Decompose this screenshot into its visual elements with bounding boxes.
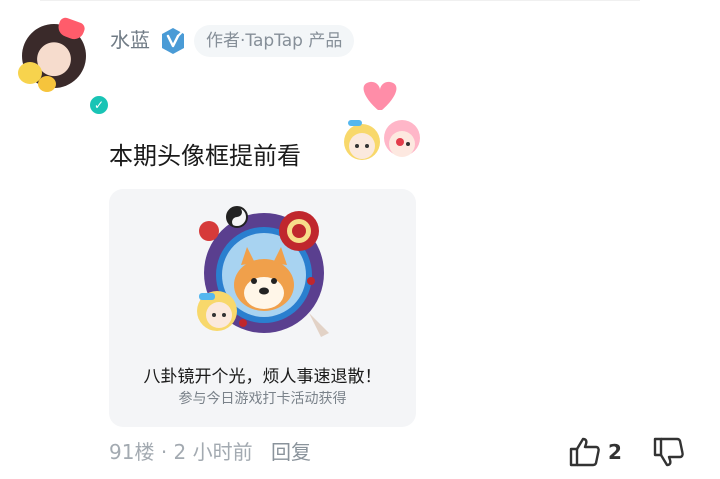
meta-separator: · bbox=[160, 440, 168, 464]
heart-sticker-icon bbox=[344, 81, 420, 160]
floor-number: 91楼 bbox=[109, 440, 155, 464]
post-time: 2 小时前 bbox=[173, 440, 253, 464]
thumbs-up-icon[interactable] bbox=[568, 436, 602, 468]
username[interactable]: 水蓝 bbox=[110, 26, 150, 54]
avatar-duck-decoration-small bbox=[38, 76, 56, 92]
v-shield-icon bbox=[162, 28, 184, 54]
like-count: 2 bbox=[608, 440, 622, 464]
author-tag: 作者·TapTap 产品 bbox=[194, 25, 355, 57]
reward-card[interactable]: 八卦镜开个光，烦人事速退散！ 参与今日游戏打卡活动获得 bbox=[109, 189, 416, 427]
avatar-frame-image bbox=[197, 206, 329, 337]
thumbs-down-icon[interactable] bbox=[652, 436, 686, 468]
reply-button[interactable]: 回复 bbox=[271, 440, 311, 464]
check-badge-icon: ✓ bbox=[88, 94, 110, 116]
comment-meta: 91楼 · 2 小时前 回复 bbox=[109, 438, 311, 466]
card-subtitle: 参与今日游戏打卡活动获得 bbox=[178, 391, 347, 407]
card-title: 八卦镜开个光，烦人事速退散！ bbox=[143, 367, 382, 387]
comment-text: 本期头像框提前看 bbox=[109, 142, 301, 170]
top-divider bbox=[40, 0, 640, 1]
avatar[interactable]: ✓ bbox=[14, 16, 110, 116]
